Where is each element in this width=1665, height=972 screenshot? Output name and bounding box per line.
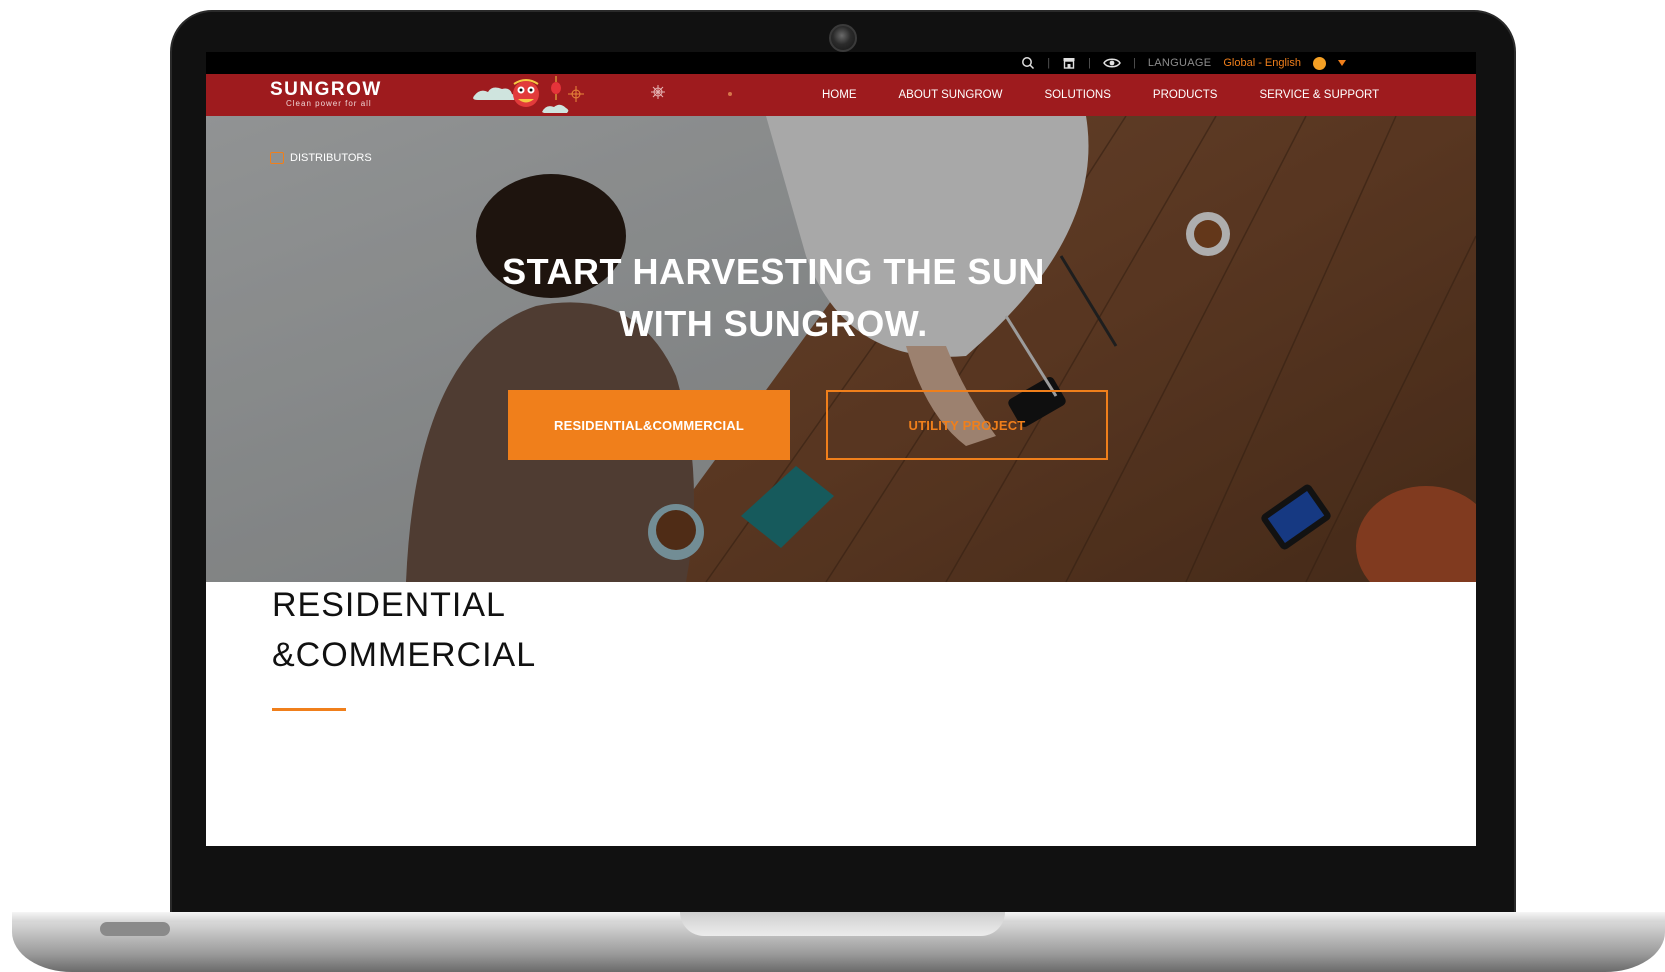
distributor-icon: [270, 152, 284, 164]
breadcrumb: DISTRIBUTORS: [270, 152, 372, 164]
laptop-screen: | | | LANGUAGE Global - English SUNGROW …: [206, 52, 1476, 846]
hero-title-line: START HARVESTING THE SUN: [502, 251, 1045, 292]
store-icon[interactable]: [1062, 56, 1076, 70]
nav-links: HOME ABOUT SUNGROW SOLUTIONS PRODUCTS SE…: [822, 74, 1421, 116]
chevron-down-icon[interactable]: [1338, 60, 1346, 66]
hero-title: START HARVESTING THE SUN WITH SUNGROW.: [206, 246, 1341, 350]
nav-item-home[interactable]: HOME: [822, 89, 857, 101]
language-selector[interactable]: Global - English: [1223, 57, 1301, 69]
laptop-foot: [100, 922, 170, 936]
laptop-notch: [680, 912, 1005, 936]
section-title-line: RESIDENTIAL: [272, 586, 506, 624]
nav-item-about[interactable]: ABOUT SUNGROW: [899, 89, 1003, 101]
separator: |: [1132, 57, 1136, 69]
nav-item-solutions[interactable]: SOLUTIONS: [1044, 89, 1110, 101]
hero-title-line: WITH SUNGROW.: [619, 303, 928, 344]
logo-tagline: Clean power for all: [286, 99, 372, 108]
globe-icon[interactable]: [1313, 56, 1326, 70]
section-title: RESIDENTIAL &COMMERCIAL: [272, 580, 536, 680]
residential-commercial-button[interactable]: RESIDENTIAL&COMMERCIAL: [508, 390, 790, 460]
eye-icon[interactable]: [1103, 56, 1121, 70]
utility-project-button[interactable]: UTILITY PROJECT: [826, 390, 1108, 460]
laptop-camera: [829, 24, 857, 52]
site-logo[interactable]: SUNGROW Clean power for all: [270, 79, 382, 108]
search-icon[interactable]: [1021, 56, 1035, 70]
breadcrumb-item[interactable]: DISTRIBUTORS: [290, 152, 372, 164]
section-underline: [272, 708, 346, 711]
utility-bar: | | | LANGUAGE Global - English: [206, 52, 1476, 74]
festive-decoration-icon: [473, 76, 732, 113]
separator: |: [1088, 57, 1091, 69]
language-label: LANGUAGE: [1147, 57, 1212, 69]
nav-item-service-support[interactable]: SERVICE & SUPPORT: [1259, 89, 1379, 101]
separator: |: [1047, 57, 1051, 69]
nav-item-products[interactable]: PRODUCTS: [1153, 89, 1218, 101]
section-title-line: &COMMERCIAL: [272, 636, 537, 674]
logo-wordmark: SUNGROW: [270, 79, 382, 100]
main-nav: SUNGROW Clean power for all HOME ABOUT S…: [206, 74, 1476, 116]
hero-banner: DISTRIBUTORS START HARVESTING THE SUN WI…: [206, 116, 1476, 582]
